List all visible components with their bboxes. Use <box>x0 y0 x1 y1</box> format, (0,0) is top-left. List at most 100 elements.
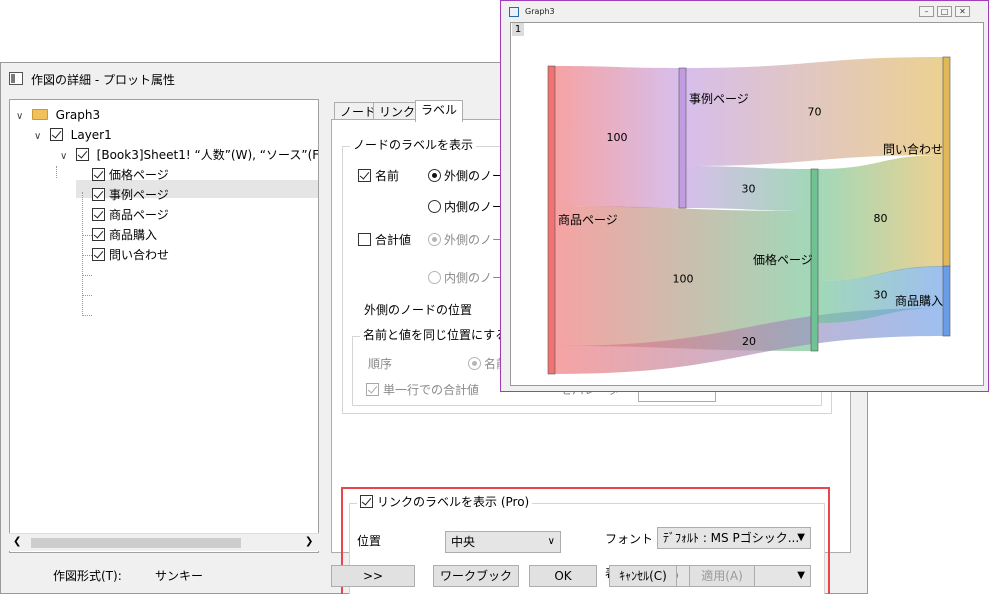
node-label: 事例ページ <box>109 188 169 202</box>
total-inner-radio[interactable] <box>428 271 441 284</box>
name-option[interactable]: 名前 <box>358 168 399 184</box>
graph-window-icon <box>509 7 519 17</box>
dialog-title: 作図の詳細 - プロット属性 <box>31 73 175 87</box>
graph-canvas[interactable]: 1 100 100 20 70 30 80 30 商品ページ 事例ページ 価格ページ 問い合わせ 商品… <box>510 22 984 386</box>
link-label-group-title: リンクのラベルを表示 (Pro) <box>377 495 530 509</box>
link-position-value: 中央 <box>451 535 476 549</box>
tree-item-plot-label: [Book3]Sheet1! “人数”(W), “ソース”(F), “タ <box>96 148 319 162</box>
tree-item-plot[interactable]: ∨ [Book3]Sheet1! “人数”(W), “ソース”(F), “タ <box>60 146 319 166</box>
total-outer-radio[interactable] <box>428 233 441 246</box>
triangle-down-icon: ▼ <box>797 532 805 543</box>
link-label-checkbox[interactable] <box>360 495 373 508</box>
name-inner-option[interactable]: 内側のノー <box>428 199 504 215</box>
link-font-label: フォント <box>605 532 654 546</box>
plot-type-value: サンキー <box>155 569 204 583</box>
maximize-icon[interactable]: □ <box>937 6 952 17</box>
total-inner-label: 内側のノー <box>444 271 505 285</box>
tree-horizontal-scrollbar[interactable]: ❮ ❯ <box>9 533 319 551</box>
link-label-toggle[interactable]: リンクのラベルを表示 (Pro) <box>357 495 533 509</box>
graph-title: Graph3 <box>525 7 555 16</box>
node-checkbox[interactable] <box>92 168 105 181</box>
tree-item-graph-label: Graph3 <box>55 108 101 122</box>
node-checkbox[interactable] <box>92 228 105 241</box>
sankey-node[interactable] <box>678 67 687 209</box>
tab-label[interactable]: ラベル <box>415 100 464 122</box>
node-checkbox[interactable] <box>92 248 105 261</box>
order-label: 順序 <box>368 357 393 371</box>
cancel-button[interactable]: ｷｬﾝｾﾙ(C) <box>609 565 677 587</box>
name-label: 名前 <box>375 169 400 183</box>
chevron-down-icon: ∨ <box>547 536 555 547</box>
plot-tree[interactable]: ∨ Graph3 ∨ Layer1 ∨ [Book3]Sheet1! “人数”(… <box>9 99 319 553</box>
apply-button[interactable]: 適用(A) <box>689 565 755 587</box>
sankey-node[interactable] <box>547 65 556 375</box>
workbook-button[interactable]: ワークブック <box>433 565 519 587</box>
sankey-link-label: 80 <box>874 212 888 225</box>
name-outer-option[interactable]: 外側のノー <box>428 168 504 184</box>
sankey-node[interactable] <box>942 265 951 337</box>
name-checkbox[interactable] <box>358 169 371 182</box>
sankey-link-label: 30 <box>742 183 756 196</box>
sankey-node-label: 商品ページ <box>558 212 618 227</box>
total-option[interactable]: 合計値 <box>358 232 411 248</box>
same-position-title: 名前と値を同じ位置にする <box>360 328 511 342</box>
node-label: 商品購入 <box>109 228 158 242</box>
single-row-option[interactable]: 単一行での合計値 <box>366 382 479 398</box>
total-outer-option[interactable]: 外側のノー <box>428 232 504 248</box>
sankey-node-label: 問い合わせ <box>883 141 943 156</box>
name-outer-label: 外側のノー <box>444 169 505 183</box>
chevron-down-icon[interactable]: ∨ <box>34 128 46 146</box>
tree-item-layer-label: Layer1 <box>70 128 112 142</box>
scroll-right-icon[interactable]: ❯ <box>305 536 313 547</box>
more-button[interactable]: >> <box>331 565 415 587</box>
name-inner-label: 内側のノー <box>444 200 505 214</box>
tree-item-graph[interactable]: ∨ Graph3 <box>16 106 100 124</box>
minimize-icon[interactable]: – <box>919 6 934 17</box>
ok-button[interactable]: OK <box>529 565 597 587</box>
tree-item-node[interactable]: 商品購入 <box>92 226 157 244</box>
sankey-chart: 100 100 20 70 30 80 30 商品ページ 事例ページ価格ページ 問い合わせ商品購入 <box>547 56 951 375</box>
tree-item-node[interactable]: 問い合わせ <box>92 246 169 264</box>
tree-item-layer[interactable]: ∨ Layer1 <box>34 126 112 144</box>
plot-type-label: 作図形式(T): <box>53 569 122 583</box>
link-position-combo[interactable]: 中央 ∨ <box>445 531 561 553</box>
graph-window: Graph3 – □ ✕ 1 100 100 20 70 30 80 30 商品ページ 事例ペー… <box>500 0 989 392</box>
folder-icon <box>31 109 48 120</box>
tree-item-node[interactable]: 価格ページ <box>92 166 169 184</box>
total-checkbox[interactable] <box>358 233 371 246</box>
total-outer-label: 外側のノー <box>444 233 505 247</box>
close-icon[interactable]: ✕ <box>955 6 970 17</box>
name-outer-radio[interactable] <box>428 169 441 182</box>
node-checkbox[interactable] <box>92 208 105 221</box>
sankey-node-label: 商品購入 <box>895 293 943 308</box>
outer-node-position-label: 外側のノードの位置 <box>364 303 473 317</box>
triangle-down-icon: ▼ <box>797 570 805 581</box>
chevron-down-icon[interactable]: ∨ <box>16 108 28 126</box>
sankey-link-label: 100 <box>673 273 694 286</box>
chevron-down-icon[interactable]: ∨ <box>60 148 72 166</box>
plot-checkbox[interactable] <box>75 148 89 161</box>
tree-item-node[interactable]: 商品ページ <box>92 206 169 224</box>
sankey-link-label: 100 <box>607 131 628 144</box>
layer-checkbox[interactable] <box>49 128 63 141</box>
total-inner-option[interactable]: 内側のノー <box>428 270 504 286</box>
sankey-link-label: 20 <box>742 335 756 348</box>
node-label: 問い合わせ <box>109 248 170 262</box>
total-label: 合計値 <box>375 233 412 247</box>
tree-item-node[interactable]: 事例ページ <box>92 186 169 204</box>
single-row-checkbox[interactable] <box>366 383 379 396</box>
sankey-node-label: 価格ページ <box>753 252 813 267</box>
sankey-node[interactable] <box>942 56 951 268</box>
dialog-app-icon <box>9 72 23 85</box>
order-name-radio[interactable] <box>468 357 481 370</box>
single-row-label: 単一行での合計値 <box>383 383 480 397</box>
scroll-left-icon[interactable]: ❮ <box>13 536 21 547</box>
link-position-label: 位置 <box>357 534 382 548</box>
sankey-node-label: 事例ページ <box>689 92 749 106</box>
node-checkbox[interactable] <box>92 188 105 201</box>
scrollbar-thumb[interactable] <box>31 538 241 548</box>
link-font-value: ﾃﾞﾌｫﾙﾄ : MS Pゴシック... <box>663 531 800 545</box>
link-font-combo[interactable]: ﾃﾞﾌｫﾙﾄ : MS Pゴシック... ▼ <box>657 527 811 549</box>
node-label-group-title: ノードのラベルを表示 <box>350 138 477 152</box>
name-inner-radio[interactable] <box>428 200 441 213</box>
